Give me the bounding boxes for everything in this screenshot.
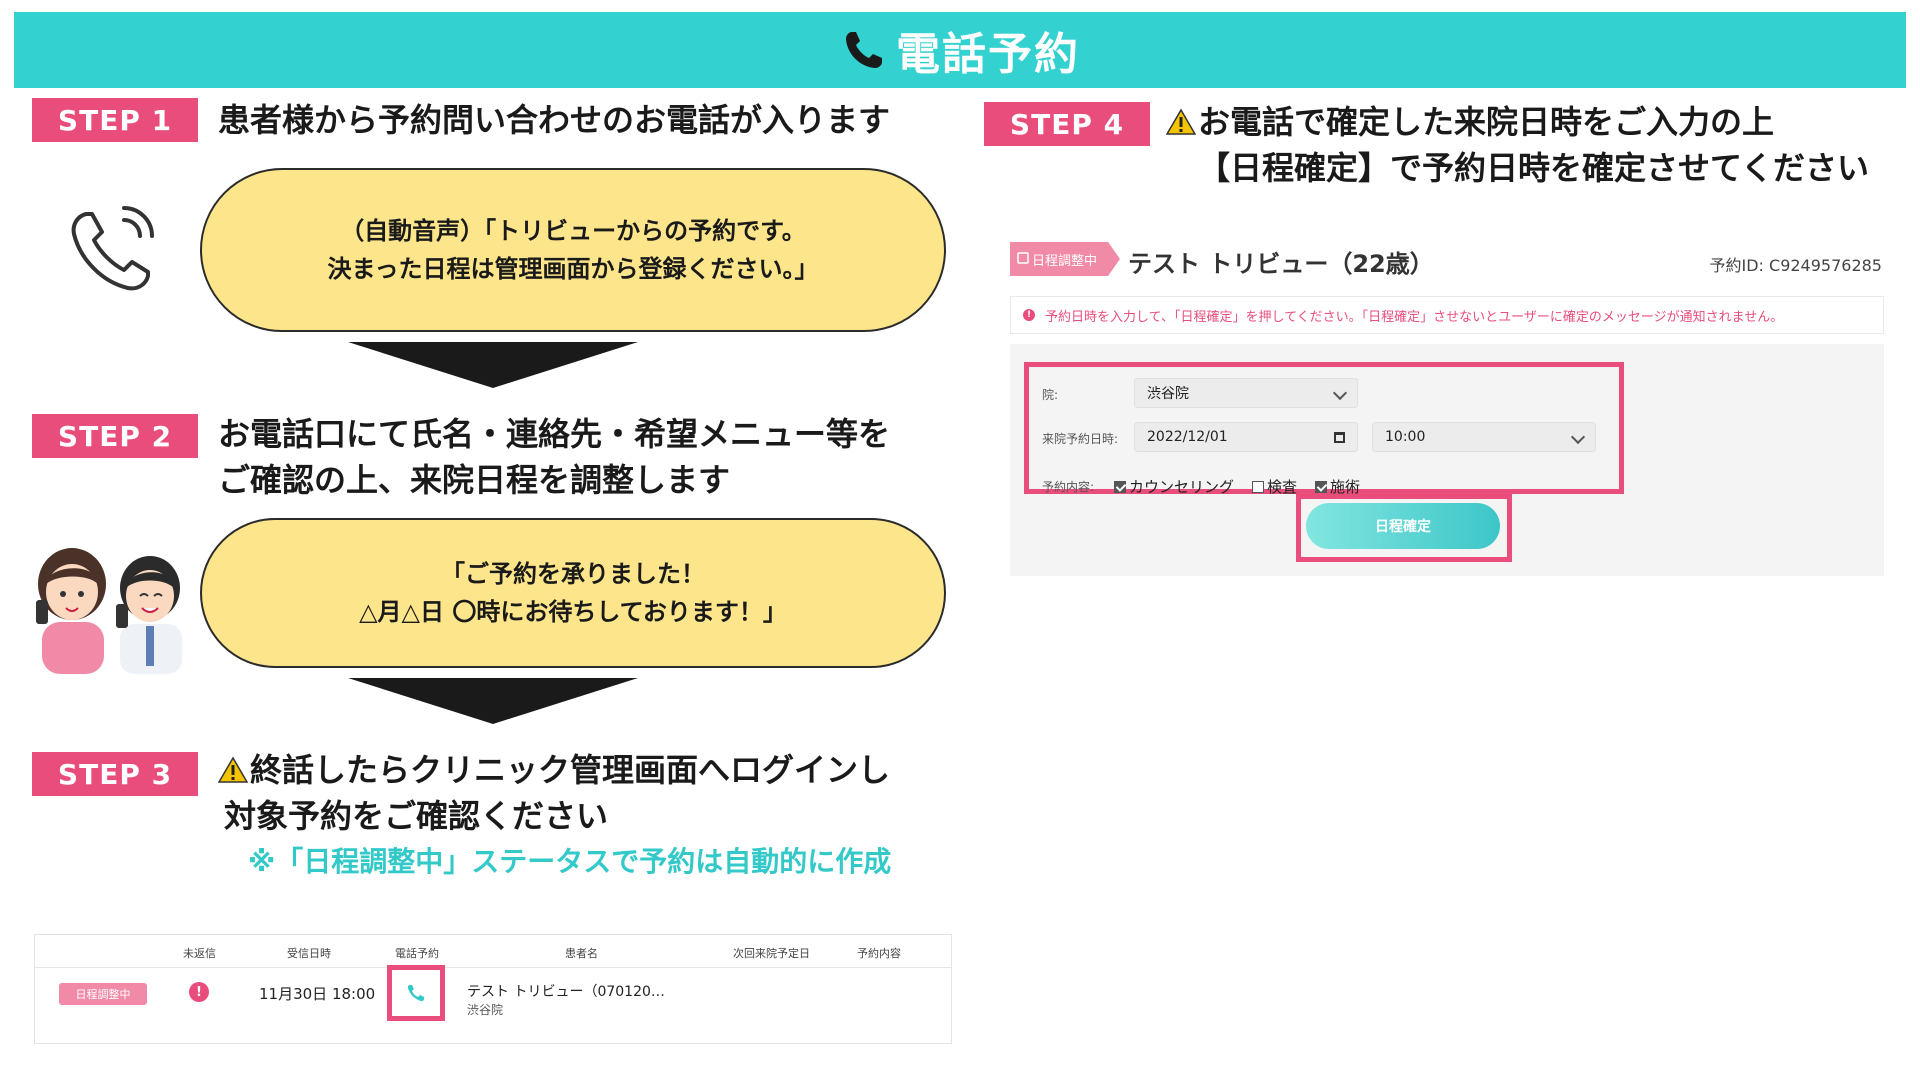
col-content: 予約内容 [857,947,901,960]
bubble-line: △月△日 〇時にお待ちしております！」 [359,598,787,626]
staff-illustration [36,548,182,674]
col-patient: 患者名 [565,947,598,960]
date-input-value: 2022/12/01 [1147,429,1228,445]
phone-icon [846,32,882,68]
clinic-select-value: 渋谷院 [1147,386,1189,402]
form-area: 院: 渋谷院 来院予約日時: 2022/12/01 10:00 予約内容: カウ… [1010,344,1884,576]
step4-heading-text: お電話で確定した来院日時をご入力の上 [1198,103,1775,141]
chevron-down-icon [1570,429,1586,445]
title-banner: 電話予約 [14,12,1906,88]
option-label: カウンセリング [1129,478,1235,496]
checkbox-checked [1315,481,1328,493]
auto-voice-bubble: （自動音声）「トリビューからの予約です。 決まった日程は管理画面から登録ください… [200,168,946,332]
warning-icon [218,756,248,783]
patient-name-title: テスト トリビュー（22歳） [1128,250,1434,278]
info-alert-icon: ! [1023,309,1035,321]
clinic-label: 院: [1042,388,1059,402]
status-note: ※「日程調整中」ステータスで予約は自動的に作成 [248,845,892,878]
step2-heading-line1: お電話口にて氏名・連絡先・希望メニュー等を [218,415,891,453]
col-phone: 電話予約 [395,947,439,960]
confirm-schedule-button[interactable]: 日程確定 [1306,503,1500,549]
step3-heading-line2: 対象予約をご確認ください [224,797,609,835]
step2-badge: STEP 2 [32,414,198,458]
status-tag-label: 日程調整中 [1032,254,1098,269]
header-divider [35,967,951,968]
reservation-reply-bubble: 「ご予約を承りました！ △月△日 〇時にお待ちしております！」 [200,518,946,668]
step3-heading-text: 終話したらクリニック管理画面へログインし [250,751,891,789]
date-input[interactable]: 2022/12/01 [1134,422,1358,452]
bubble-line: 決まった日程は管理画面から登録ください。」 [327,255,819,283]
step3-badge: STEP 3 [32,752,198,796]
ringing-phone-icon [71,206,154,291]
step3-heading-line1: 終話したらクリニック管理画面へログインし [218,748,890,792]
bubble-line: （自動音声）「トリビューからの予約です。 [340,217,806,245]
col-next-visit: 次回来院予定日 [733,947,810,960]
flow-arrow-2 [348,678,638,724]
patient-name[interactable]: テスト トリビュー（070120… [467,981,665,1001]
step4-heading-line2: 【日程確定】で予約日時を確定させてください [1198,149,1870,187]
phone-reservation-cell[interactable] [387,965,445,1021]
step4-badge: STEP 4 [984,102,1150,146]
received-datetime: 11月30日 18:00 [259,985,376,1003]
content-label: 予約内容: [1042,480,1095,494]
date-label: 来院予約日時: [1042,432,1119,446]
flow-arrow-1 [348,342,638,388]
checkbox-unchecked [1252,481,1265,493]
checkbox-counseling[interactable]: カウンセリング [1114,476,1234,497]
reservation-table: 未返信 受信日時 電話予約 患者名 次回来院予定日 予約内容 日程調整中 ! 1… [34,934,952,1044]
calendar-icon [1334,432,1345,443]
time-select-value: 10:00 [1385,429,1426,445]
warning-icon [1166,108,1196,135]
bubble-line: 「ご予約を承りました！ [441,560,705,588]
page-title: 電話予約 [896,29,1080,80]
step4-heading-line1: お電話で確定した来院日時をご入力の上 [1166,100,1774,144]
clinic-select[interactable]: 渋谷院 [1134,378,1358,408]
checkbox-exam[interactable]: 検査 [1252,476,1297,497]
step1-badge: STEP 1 [32,98,198,142]
checkbox-checked [1114,481,1126,493]
status-badge: 日程調整中 [59,983,147,1005]
alert-icon: ! [189,982,209,1002]
col-received: 受信日時 [287,947,331,960]
col-unreplied: 未返信 [183,947,216,960]
time-select[interactable]: 10:00 [1372,422,1596,452]
phone-icon [407,985,424,1002]
alert-message-box: ! 予約日時を入力して、「日程確定」を押してください。「日程確定」させないとユー… [1010,296,1884,334]
schedule-form-panel: 日程調整中 テスト トリビュー（22歳） 予約ID: C9249576285 !… [978,214,1914,586]
step2-heading-line2: ご確認の上、来院日程を調整します [218,461,731,499]
chevron-down-icon [1332,385,1348,401]
step1-heading: 患者様から予約問い合わせのお電話が入ります [218,101,891,139]
option-label: 検査 [1267,478,1298,496]
alert-message: 予約日時を入力して、「日程確定」を押してください。「日程確定」させないとユーザー… [1045,309,1784,325]
reservation-id: 予約ID: C9249576285 [1709,256,1883,275]
clinic-name: 渋谷院 [467,1003,504,1017]
